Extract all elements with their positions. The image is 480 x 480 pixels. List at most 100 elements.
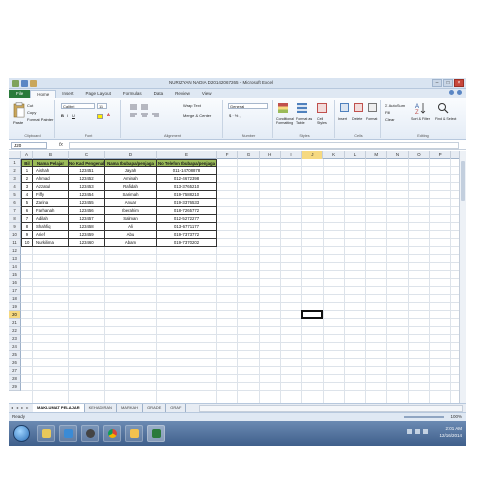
tab-view[interactable]: View	[196, 90, 218, 98]
table-cell[interactable]: Adilah	[33, 215, 69, 223]
table-header-cell[interactable]: Nama Pelajar	[33, 159, 69, 167]
table-cell[interactable]: 123458	[69, 223, 105, 231]
row-header-25[interactable]: 25	[9, 351, 21, 359]
close-button[interactable]: ×	[454, 79, 464, 87]
undo-icon[interactable]	[30, 80, 37, 87]
table-cell[interactable]: 8	[21, 223, 33, 231]
column-header-h[interactable]: H	[260, 151, 281, 159]
table-cell[interactable]: 4	[21, 191, 33, 199]
table-cell[interactable]: 123457	[69, 215, 105, 223]
row-header-23[interactable]: 23	[9, 335, 21, 343]
table-cell[interactable]: Sarimah	[105, 191, 157, 199]
table-header-cell[interactable]: No Telefon Ibubapa/penjaga	[157, 159, 217, 167]
row-header-7[interactable]: 7	[9, 207, 21, 215]
taskbar-video-icon[interactable]	[81, 425, 99, 442]
worksheet-grid[interactable]: ABCDEFGHIJKLMNOP 1 2 3 4 5 6 7 8 9 10 11 12 13 14 15 16…	[9, 151, 459, 403]
find-select-icon[interactable]	[437, 102, 449, 114]
table-cell[interactable]: Fiffy	[33, 191, 69, 199]
column-header-f[interactable]: F	[217, 151, 239, 159]
row-header-9[interactable]: 9	[9, 223, 21, 231]
row-header-24[interactable]: 24	[9, 343, 21, 351]
ribbon-minimize-icon[interactable]	[449, 90, 454, 95]
active-cell[interactable]	[301, 310, 324, 319]
table-cell[interactable]: Abu	[105, 231, 157, 239]
tray-network-icon[interactable]	[415, 429, 420, 434]
column-header-c[interactable]: C	[69, 151, 105, 159]
start-button-icon[interactable]	[13, 425, 30, 442]
sheet-tab-markah[interactable]: MARKAH	[117, 404, 144, 412]
taskbar-explorer-icon[interactable]	[37, 425, 55, 442]
format-as-table-icon[interactable]	[297, 103, 307, 113]
row-header-12[interactable]: 12	[9, 247, 21, 255]
column-header-e[interactable]: E	[157, 151, 217, 159]
column-header-p[interactable]: P	[430, 151, 452, 159]
column-header-b[interactable]: B	[33, 151, 69, 159]
table-cell[interactable]: Jayah	[105, 167, 157, 175]
row-header-18[interactable]: 18	[9, 295, 21, 303]
conditional-formatting-icon[interactable]	[278, 103, 288, 113]
format-as-table-button[interactable]: Format as Table	[296, 117, 314, 125]
table-cell[interactable]: 6	[21, 207, 33, 215]
formula-input[interactable]	[69, 142, 459, 149]
number-format-select[interactable]: General	[228, 103, 268, 109]
minimize-button[interactable]: –	[432, 79, 442, 87]
insert-button[interactable]: Insert	[338, 117, 347, 121]
taskbar-media-icon[interactable]	[59, 425, 77, 442]
table-cell[interactable]: 10	[21, 239, 33, 247]
font-size-select[interactable]: 11	[97, 103, 107, 109]
row-header-13[interactable]: 13	[9, 255, 21, 263]
column-header-o[interactable]: O	[409, 151, 430, 159]
paste-icon[interactable]	[13, 102, 25, 118]
horizontal-scrollbar[interactable]	[199, 405, 463, 412]
row-header-15[interactable]: 15	[9, 271, 21, 279]
row-header-8[interactable]: 8	[9, 215, 21, 223]
clock[interactable]: 2:01 AM 12/16/2014	[439, 425, 462, 439]
row-header-1[interactable]: 1	[9, 159, 21, 167]
insert-cells-icon[interactable]	[340, 103, 349, 112]
row-header-11[interactable]: 11	[9, 239, 21, 247]
row-header-19[interactable]: 19	[9, 303, 21, 311]
italic-icon[interactable]: I	[67, 113, 68, 118]
table-cell[interactable]: Iberahim	[105, 207, 157, 215]
fill-button[interactable]: Fill	[385, 110, 390, 115]
underline-icon[interactable]: U	[72, 113, 75, 118]
font-color-icon[interactable]: A	[107, 112, 110, 117]
table-header-cell[interactable]: Bil	[21, 159, 33, 167]
column-header-i[interactable]: I	[281, 151, 303, 159]
sort-filter-icon[interactable]: A Z	[415, 102, 427, 114]
row-header-4[interactable]: 4	[9, 183, 21, 191]
font-name-select[interactable]: Calibri	[61, 103, 95, 109]
save-icon[interactable]	[21, 80, 28, 87]
table-cell[interactable]: 123459	[69, 231, 105, 239]
select-all-corner[interactable]	[9, 151, 21, 159]
sort-filter-button[interactable]: Sort & Filter	[411, 117, 430, 121]
copy-button[interactable]: Copy	[27, 110, 36, 115]
cell-styles-button[interactable]: Cell Styles	[317, 117, 333, 125]
vertical-scrollbar[interactable]	[459, 151, 466, 403]
row-header-28[interactable]: 28	[9, 375, 21, 383]
table-cell[interactable]: Aminah	[105, 175, 157, 183]
table-cell[interactable]: 123452	[69, 175, 105, 183]
table-cell[interactable]: Abam	[105, 239, 157, 247]
delete-button[interactable]: Delete	[352, 117, 362, 121]
row-header-17[interactable]: 17	[9, 287, 21, 295]
table-header-cell[interactable]: No Kad Pengenalan	[69, 159, 105, 167]
row-header-22[interactable]: 22	[9, 327, 21, 335]
column-header-n[interactable]: N	[387, 151, 409, 159]
table-header-cell[interactable]: Nama Ibubapa/penjaga	[105, 159, 157, 167]
column-header-m[interactable]: M	[366, 151, 388, 159]
row-header-2[interactable]: 2	[9, 167, 21, 175]
paste-button[interactable]: Paste	[13, 120, 23, 125]
zoom-level[interactable]: 100%	[450, 414, 462, 419]
table-cell[interactable]: 1	[21, 167, 33, 175]
column-header-d[interactable]: D	[105, 151, 157, 159]
tab-page-layout[interactable]: Page Layout	[80, 90, 117, 98]
align-icons[interactable]	[129, 103, 169, 119]
table-cell[interactable]: 018-7265772	[157, 207, 217, 215]
table-cell[interactable]: Nurkilima	[33, 239, 69, 247]
table-cell[interactable]: Azzatul	[33, 183, 69, 191]
column-header-g[interactable]: G	[238, 151, 260, 159]
row-header-26[interactable]: 26	[9, 359, 21, 367]
table-cell[interactable]: 019-3376533	[157, 199, 217, 207]
table-cell[interactable]: 019-7370202	[157, 239, 217, 247]
